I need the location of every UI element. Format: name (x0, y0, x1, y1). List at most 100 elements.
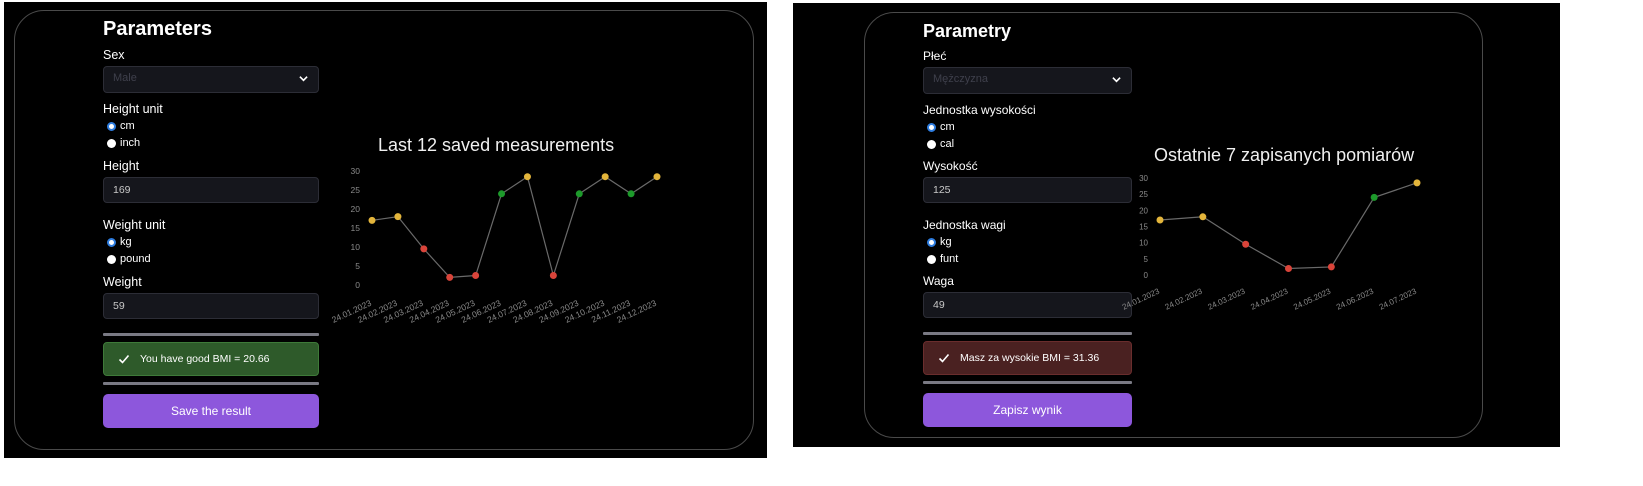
data-point[interactable] (368, 216, 376, 224)
bmi-result-alert: Masz za wysokie BMI = 31.36 (923, 341, 1132, 375)
y-tick-label: 5 (1144, 255, 1149, 264)
data-point[interactable] (472, 272, 480, 279)
data-point[interactable] (549, 272, 557, 279)
y-tick-label: 15 (351, 223, 361, 233)
weight-label: Weight (103, 275, 142, 289)
data-point[interactable] (1370, 193, 1378, 201)
radio-label: kg (120, 236, 132, 248)
data-point[interactable] (1199, 213, 1207, 221)
radio-unselected-icon (107, 254, 116, 264)
series-line (371, 175, 658, 279)
radio-label: cal (940, 138, 955, 150)
weight-input[interactable]: 59 (103, 293, 319, 319)
radio-selected-icon (107, 121, 116, 131)
height-label: Wysokość (923, 159, 978, 173)
y-tick-label: 5 (355, 261, 360, 271)
height-unit-option-cal[interactable]: cal (927, 138, 1132, 150)
height-input[interactable]: 169 (103, 177, 319, 203)
y-tick-label: 30 (351, 166, 361, 176)
bmi-result-text: You have good BMI = 20.66 (140, 353, 270, 365)
weight-unit-label: Jednostka wagi (923, 218, 1006, 232)
y-tick-label: 25 (1139, 190, 1148, 199)
weight-unit-label: Weight unit (103, 218, 166, 232)
divider (103, 333, 319, 336)
y-tick-label: 30 (1139, 174, 1148, 183)
bmi-result-text: Masz za wysokie BMI = 31.36 (960, 352, 1100, 364)
radio-label: cm (940, 121, 955, 133)
bmi-result-alert: You have good BMI = 20.66 (103, 342, 319, 376)
radio-unselected-icon (927, 254, 936, 264)
form-title: Parametry (923, 21, 1012, 41)
height-unit-option-cm[interactable]: cm (927, 121, 1132, 133)
height-unit-label: Height unit (103, 102, 163, 116)
y-tick-label: 20 (1139, 206, 1148, 215)
screenshot-english: Parameters Sex Male Height unit cm inch … (4, 2, 767, 458)
height-unit-label: Jednostka wysokości (923, 103, 1036, 117)
x-tick-label: 24.04.2023 (1249, 286, 1290, 311)
radio-selected-icon (927, 237, 936, 247)
radio-label: cm (120, 120, 135, 132)
data-point[interactable] (1156, 216, 1164, 224)
sex-label: Sex (103, 48, 125, 62)
divider (923, 332, 1132, 335)
screenshot-polish: Parametry Płeć Mężczyzna Jednostka wysok… (793, 3, 1560, 447)
sex-select-value: Male (113, 72, 137, 84)
series-line (1159, 182, 1418, 270)
y-tick-label: 10 (1139, 239, 1148, 248)
radio-unselected-icon (927, 139, 936, 149)
check-icon (118, 354, 130, 364)
measurements-chart: 05101520253024.01.202324.02.202324.03.20… (1121, 174, 1421, 312)
sex-select[interactable]: Male (103, 66, 319, 93)
data-point[interactable] (627, 190, 635, 198)
sex-select[interactable]: Mężczyzna (923, 67, 1132, 94)
height-label: Height (103, 159, 140, 173)
data-point[interactable] (575, 190, 583, 198)
parameters-form: Parametry Płeć Mężczyzna Jednostka wysok… (923, 21, 1132, 427)
form-title: Parameters (103, 18, 212, 40)
save-result-button[interactable]: Zapisz wynik (923, 393, 1132, 427)
radio-unselected-icon (107, 138, 116, 148)
x-tick-label: 24.03.2023 (1206, 286, 1247, 311)
data-point[interactable] (498, 190, 506, 198)
x-tick-label: 24.05.2023 (1292, 286, 1333, 311)
data-point[interactable] (1285, 265, 1292, 273)
data-point[interactable] (653, 173, 661, 181)
y-tick-label: 0 (355, 280, 360, 290)
sex-select-value: Mężczyzna (933, 73, 989, 85)
radio-selected-icon (927, 122, 936, 132)
weight-label: Waga (923, 274, 954, 288)
x-tick-label: 24.02.2023 (1164, 286, 1205, 311)
y-tick-label: 15 (1139, 223, 1148, 232)
save-result-button[interactable]: Save the result (103, 394, 319, 428)
data-point[interactable] (601, 173, 609, 181)
weight-unit-option-kg[interactable]: kg (927, 236, 1132, 248)
data-point[interactable] (523, 173, 531, 181)
y-tick-label: 0 (1144, 271, 1149, 280)
height-unit-option-cm[interactable]: cm (107, 120, 319, 132)
chart-title: Last 12 saved measurements (378, 135, 615, 155)
weight-unit-option-kg[interactable]: kg (107, 236, 319, 248)
divider (103, 382, 319, 385)
weight-unit-option-funt[interactable]: funt (927, 253, 1132, 265)
y-tick-label: 25 (351, 185, 361, 195)
measurements-chart: 05101520253024.01.202324.02.202324.03.20… (330, 166, 661, 325)
y-tick-label: 10 (351, 242, 361, 252)
height-unit-option-inch[interactable]: inch (107, 137, 319, 149)
parameters-form: Parameters Sex Male Height unit cm inch … (103, 18, 319, 428)
data-point[interactable] (1242, 240, 1250, 248)
data-point[interactable] (1413, 179, 1421, 187)
chart-title: Ostatnie 7 zapisanych pomiarów (1154, 145, 1415, 165)
data-point[interactable] (394, 213, 402, 221)
weight-unit-option-pound[interactable]: pound (107, 253, 319, 265)
divider (923, 381, 1132, 384)
data-point[interactable] (1327, 263, 1335, 271)
height-input[interactable]: 125 (923, 177, 1132, 203)
y-tick-label: 20 (351, 204, 361, 214)
radio-label: kg (940, 236, 952, 248)
x-tick-label: 24.06.2023 (1335, 286, 1376, 311)
data-point[interactable] (420, 245, 428, 253)
sex-label: Płeć (923, 49, 947, 63)
radio-selected-icon (107, 237, 116, 247)
data-point[interactable] (446, 273, 454, 281)
weight-input[interactable]: 49 (923, 292, 1132, 318)
